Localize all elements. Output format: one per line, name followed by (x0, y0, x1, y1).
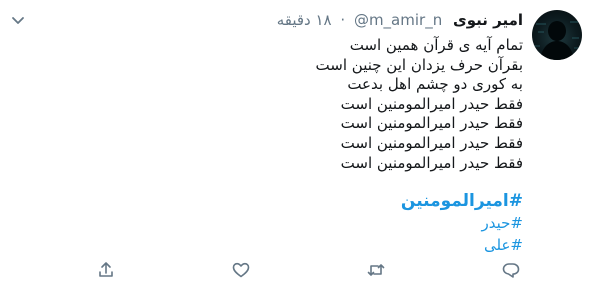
tweet-text: تمام آیه ی قرآن همین است بقرآن حرف یزدان… (316, 36, 523, 173)
retweet-icon (366, 260, 386, 280)
tweet-line: فقط حیدر امیرالمومنین است (340, 114, 523, 133)
hashtag-link[interactable]: #حیدر (401, 212, 523, 234)
separator-dot: · (340, 11, 346, 29)
user-handle[interactable]: @m_amir_n (354, 11, 442, 29)
hashtag-list: #امیرالمومنین #حیدر #علی (401, 190, 523, 256)
share-button[interactable] (96, 260, 116, 280)
tweet-timestamp[interactable]: ۱۸ دقیقه (277, 11, 332, 29)
share-icon (96, 260, 116, 280)
chevron-down-icon (10, 12, 26, 31)
tweet-line: تمام آیه ی قرآن همین است (349, 36, 523, 54)
avatar[interactable] (532, 10, 582, 60)
tweet-line: به کوری دو چشم اهل بدعت (347, 75, 523, 94)
hashtag-link[interactable]: #امیرالمومنین (401, 190, 523, 212)
retweet-button[interactable] (366, 260, 386, 280)
tweet-line: فقط حیدر امیرالمومنین است (340, 94, 523, 113)
tweet-line: فقط حیدر امیرالمومنین است (340, 153, 523, 172)
tweet-menu-button[interactable] (10, 12, 26, 24)
reply-icon (501, 260, 521, 280)
heart-icon (231, 260, 251, 280)
like-button[interactable] (231, 260, 251, 280)
tweet-line: فقط حیدر امیرالمومنین است (340, 133, 523, 152)
tweet-header: امیر نبوی @m_amir_n · ۱۸ دقیقه (277, 10, 523, 30)
tweet-actions (0, 260, 595, 280)
display-name[interactable]: امیر نبوی (453, 11, 523, 29)
reply-button[interactable] (501, 260, 521, 280)
tweet-card[interactable]: امیر نبوی @m_amir_n · ۱۸ دقیقه تمام آیه … (0, 0, 595, 288)
tweet-line: بقرآن حرف یزدان این چنین است (315, 55, 523, 74)
hashtag-link[interactable]: #علی (401, 234, 523, 256)
